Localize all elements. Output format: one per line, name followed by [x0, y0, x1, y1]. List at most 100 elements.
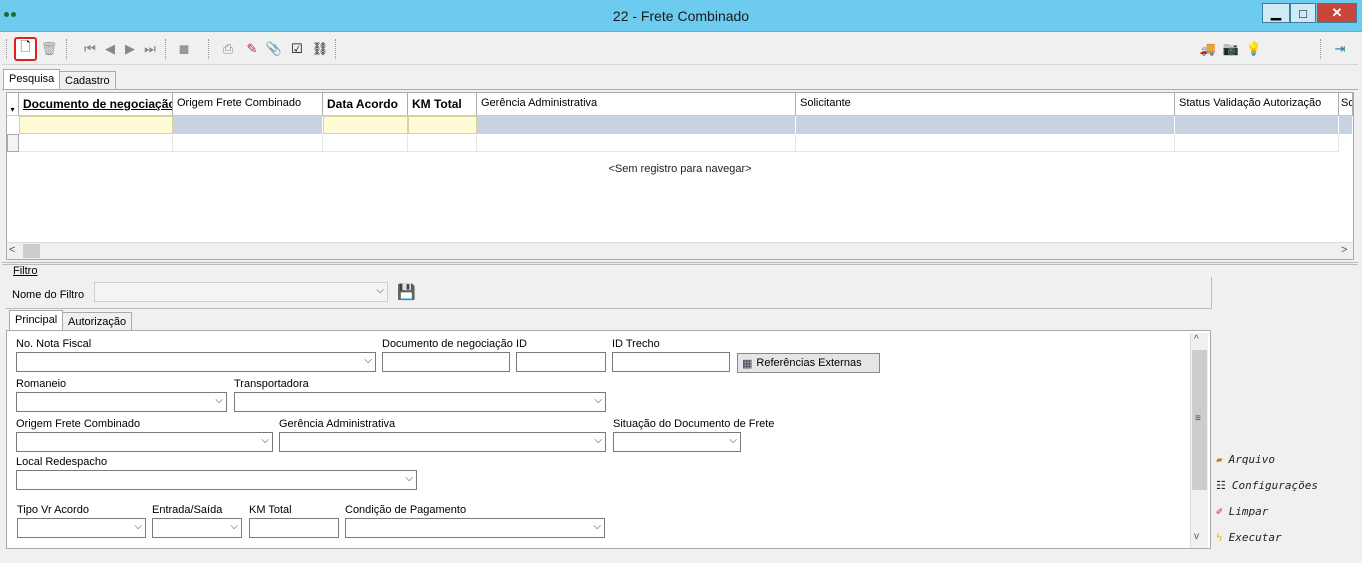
column-gerencia[interactable]: Gerência Administrativa [477, 93, 796, 116]
filter-cell-solicitante[interactable] [796, 116, 1175, 134]
column-data-acordo[interactable]: Data Acordo [323, 93, 408, 116]
scroll-down-icon[interactable]: v [1194, 531, 1199, 542]
filter-cell-so[interactable] [1339, 116, 1353, 134]
lightbulb-icon[interactable]: 💡 [1244, 39, 1264, 59]
documento-input[interactable] [382, 352, 510, 372]
id-trecho-label: ID Trecho [612, 338, 660, 350]
chevron-down-icon: ⌵ [594, 395, 602, 406]
next-record-icon[interactable]: ▶ [120, 39, 140, 59]
situacao-label: Situação do Documento de Frete [613, 418, 775, 430]
save-filter-icon[interactable]: 💾 [397, 283, 416, 301]
nota-fiscal-select[interactable]: ⌵ [16, 352, 376, 372]
toolbar-separator [66, 39, 68, 59]
romaneio-select[interactable]: ⌵ [16, 392, 227, 412]
km-total-input[interactable] [249, 518, 339, 538]
limpar-label: Limpar [1228, 505, 1269, 518]
attachment-icon[interactable]: 📎 [264, 39, 284, 59]
column-status[interactable]: Status Validação Autorização [1175, 93, 1339, 116]
id-input[interactable] [516, 352, 606, 372]
table-row-cell [1175, 134, 1339, 152]
chevron-down-icon: ⌵ [261, 435, 269, 446]
gerencia-select[interactable]: ⌵ [279, 432, 606, 452]
table-row-cell [173, 134, 323, 152]
grip-icon: ≡ [1195, 413, 1201, 424]
tipo-vr-select[interactable]: ⌵ [17, 518, 146, 538]
camera-icon[interactable]: 📷 [1221, 39, 1241, 59]
filter-cell-data[interactable] [323, 116, 408, 134]
filter-cell-documento[interactable] [19, 116, 173, 134]
close-button[interactable]: ✕ [1317, 3, 1357, 23]
filter-cell-gerencia[interactable] [477, 116, 796, 134]
minimize-button[interactable]: ▁ [1262, 3, 1290, 23]
gerencia-label: Gerência Administrativa [279, 418, 396, 430]
new-document-icon[interactable]: 🗋 [14, 37, 37, 61]
column-solicitante[interactable]: Solicitante [796, 93, 1175, 116]
entrada-saida-label: Entrada/Saída [152, 504, 223, 516]
condicao-select[interactable]: ⌵ [345, 518, 605, 538]
situacao-select[interactable]: ⌵ [613, 432, 741, 452]
tab-principal[interactable]: Principal [9, 310, 64, 331]
transportadora-label: Transportadora [234, 378, 309, 390]
first-record-icon[interactable]: ⏮ [80, 39, 100, 59]
scroll-left-icon[interactable]: < [9, 244, 15, 256]
local-select[interactable]: ⌵ [16, 470, 417, 490]
referencias-label: Referências Externas [756, 357, 862, 369]
form-panel: No. Nota Fiscal ⌵ Documento de negociaçã… [6, 330, 1211, 549]
km-total-label: KM Total [249, 504, 292, 516]
column-origem[interactable]: Origem Frete Combinado [173, 93, 323, 116]
condicao-label: Condição de Pagamento [345, 504, 467, 516]
limpar-action[interactable]: ✐ Limpar [1216, 505, 1268, 518]
tipo-vr-label: Tipo Vr Acordo [17, 504, 89, 516]
scroll-right-icon[interactable]: > [1341, 244, 1347, 256]
toolbar-grip [6, 39, 8, 59]
row-indicator: ▾ [7, 93, 19, 116]
link-icon[interactable]: ⛓ [310, 39, 330, 59]
filter-cell-km[interactable] [408, 116, 477, 134]
referencias-externas-button[interactable]: ▦ Referências Externas [737, 353, 880, 373]
id-label: ID [516, 338, 527, 350]
report-icon[interactable]: ☑ [287, 39, 307, 59]
last-record-icon[interactable]: ⏭ [140, 39, 160, 59]
scroll-up-icon[interactable]: ^ [1194, 334, 1199, 345]
table-row-cell [408, 134, 477, 152]
stop-icon[interactable]: ■ [174, 39, 194, 59]
column-so[interactable]: So [1339, 93, 1353, 116]
delete-icon[interactable]: 🗑 [39, 39, 59, 59]
executar-action[interactable]: ϟ Executar [1216, 531, 1282, 544]
arquivo-label: Arquivo [1228, 453, 1275, 466]
lightning-icon: ϟ [1216, 531, 1223, 544]
table-row-cell [323, 134, 408, 152]
column-documento[interactable]: Documento de negociação [19, 93, 173, 116]
entrada-saida-select[interactable]: ⌵ [152, 518, 242, 538]
tab-autorizacao[interactable]: Autorização [62, 312, 133, 331]
splitter[interactable] [2, 262, 1358, 265]
configuracoes-label: Configurações [1231, 479, 1318, 492]
configuracoes-action[interactable]: ☷ Configurações [1216, 479, 1318, 492]
previous-record-icon[interactable]: ◀ [100, 39, 120, 59]
chevron-down-icon: ⌵ [405, 473, 413, 484]
tab-cadastro[interactable]: Cadastro [59, 71, 116, 90]
filter-cell-status[interactable] [1175, 116, 1339, 134]
chevron-down-icon: ⌵ [729, 435, 737, 446]
vertical-scrollbar[interactable]: ^ ≡ v [1190, 333, 1208, 548]
arquivo-action[interactable]: ▰ Arquivo [1216, 453, 1275, 466]
origem-select[interactable]: ⌵ [16, 432, 273, 452]
print-icon[interactable]: ⎙ [218, 39, 238, 59]
maximize-button[interactable]: □ [1290, 3, 1316, 23]
filter-cell-origem[interactable] [173, 116, 323, 134]
filter-name-select[interactable]: ⌵ [94, 282, 388, 302]
scroll-thumb[interactable] [23, 244, 40, 258]
column-km-total[interactable]: KM Total [408, 93, 477, 116]
exit-icon[interactable]: ⇥ [1330, 39, 1350, 59]
table-row-cell [19, 134, 173, 152]
tab-pesquisa[interactable]: Pesquisa [3, 69, 61, 90]
id-trecho-input[interactable] [612, 352, 730, 372]
chevron-down-icon: ⌵ [215, 395, 223, 406]
row-header [7, 134, 19, 152]
transportadora-select[interactable]: ⌵ [234, 392, 606, 412]
eraser-icon[interactable]: ✎ [242, 39, 262, 59]
horizontal-scrollbar[interactable]: < > [7, 242, 1353, 259]
chevron-down-icon: ⌵ [364, 355, 372, 366]
truck-icon[interactable]: 🚚 [1198, 39, 1218, 59]
chevron-down-icon: ⌵ [376, 285, 384, 296]
